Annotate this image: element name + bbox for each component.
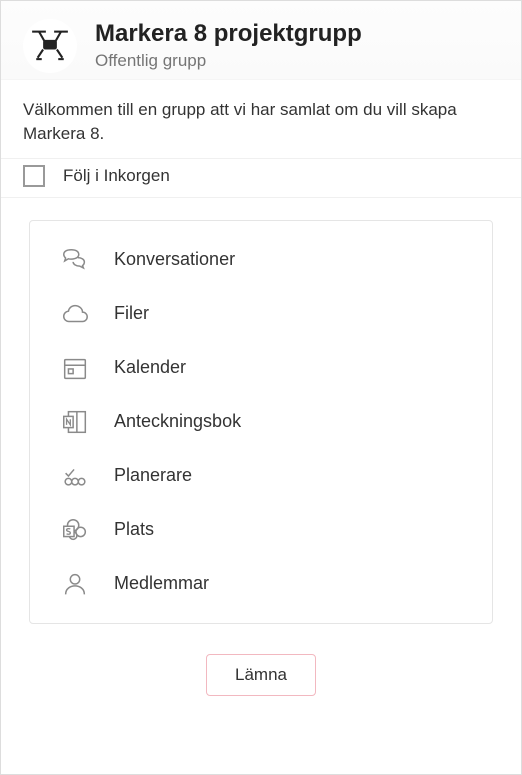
nav-site[interactable]: Plats (30, 503, 492, 557)
drone-icon (28, 22, 72, 71)
cloud-icon (58, 297, 92, 331)
panel-footer: Lämna (1, 642, 521, 720)
follow-inbox-label: Följ i Inkorgen (63, 166, 170, 186)
nav-planner[interactable]: Planerare (30, 449, 492, 503)
conversations-icon (58, 243, 92, 277)
nav-label: Filer (114, 303, 149, 324)
leave-button[interactable]: Lämna (206, 654, 316, 696)
nav-label: Konversationer (114, 249, 235, 270)
follow-inbox-row: Följ i Inkorgen (1, 158, 521, 198)
nav-conversations[interactable]: Konversationer (30, 233, 492, 287)
calendar-icon (58, 351, 92, 385)
group-subtitle: Offentlig grupp (95, 51, 362, 71)
person-icon (58, 567, 92, 601)
nav-label: Anteckningsbok (114, 411, 241, 432)
nav-notebook[interactable]: Anteckningsbok (30, 395, 492, 449)
group-nav-card: Konversationer Filer Kalender (29, 220, 493, 624)
nav-calendar[interactable]: Kalender (30, 341, 492, 395)
nav-label: Kalender (114, 357, 186, 378)
planner-icon (58, 459, 92, 493)
group-title: Markera 8 projektgrupp (95, 21, 362, 47)
nav-label: Plats (114, 519, 154, 540)
group-avatar (23, 19, 77, 73)
notebook-icon (58, 405, 92, 439)
group-panel: Markera 8 projektgrupp Offentlig grupp V… (0, 0, 522, 775)
group-description: Välkommen till en grupp att vi har samla… (1, 80, 521, 158)
nav-members[interactable]: Medlemmar (30, 557, 492, 611)
nav-label: Medlemmar (114, 573, 209, 594)
group-header: Markera 8 projektgrupp Offentlig grupp (1, 1, 521, 80)
nav-files[interactable]: Filer (30, 287, 492, 341)
sharepoint-icon (58, 513, 92, 547)
nav-label: Planerare (114, 465, 192, 486)
follow-inbox-checkbox[interactable] (23, 165, 45, 187)
title-block: Markera 8 projektgrupp Offentlig grupp (95, 19, 362, 71)
